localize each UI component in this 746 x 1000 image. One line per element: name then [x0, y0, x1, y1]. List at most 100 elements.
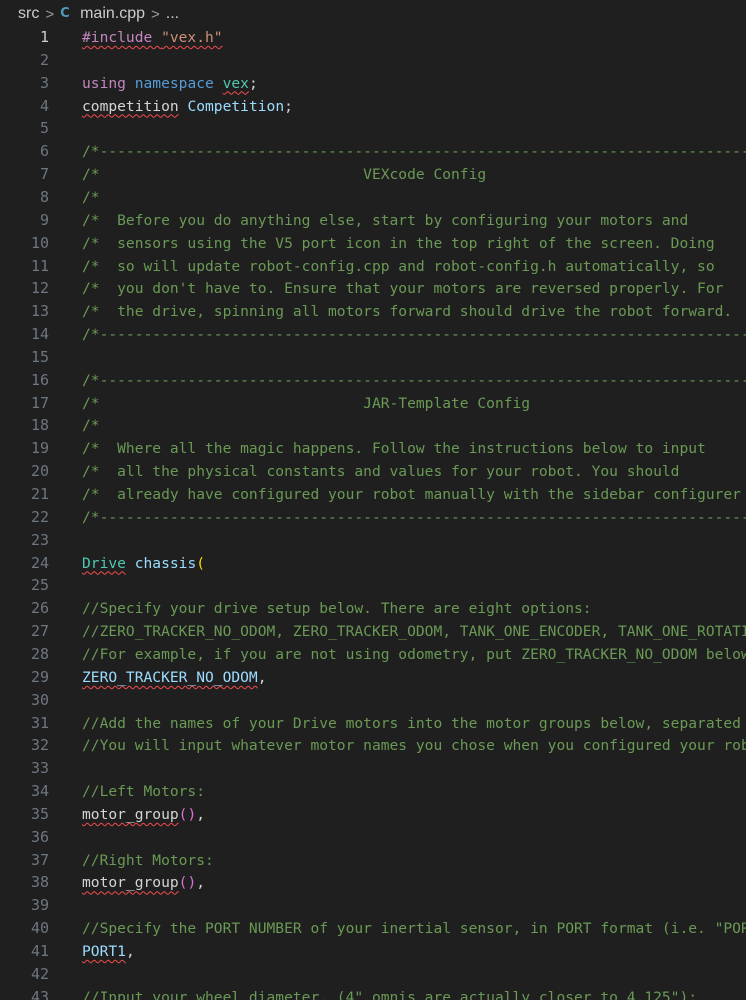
code-text: /* you don't have to. Ensure that your m…: [82, 277, 723, 300]
code-line[interactable]: 6 /*-------------------------------------…: [0, 140, 746, 163]
code-line[interactable]: 11 /* so will update robot-config.cpp and…: [0, 255, 746, 278]
code-line[interactable]: 37 //Right Motors:: [0, 849, 746, 872]
code-line[interactable]: 10 /* sensors using the V5 port icon in t…: [0, 232, 746, 255]
code-line[interactable]: 25: [0, 574, 746, 597]
code-text: /* Before you do anything else, start by…: [82, 209, 688, 232]
code-text: /*--------------------------------------…: [82, 323, 746, 346]
code-line[interactable]: 18 /*: [0, 414, 746, 437]
code-line[interactable]: 33: [0, 757, 746, 780]
code-token: //You will input whatever motor names yo…: [82, 737, 746, 755]
code-line[interactable]: 1 #include "vex.h": [0, 28, 746, 49]
code-line[interactable]: 23: [0, 529, 746, 552]
code-text: /*: [82, 414, 100, 437]
code-token: /*--------------------------------------…: [82, 371, 746, 389]
code-text: /* JAR-Template Config: [82, 392, 530, 415]
code-line[interactable]: 3 using namespace vex;: [0, 72, 746, 95]
line-number: 2: [39, 50, 49, 69]
code-line[interactable]: 8 /*: [0, 186, 746, 209]
code-line[interactable]: 4 competition Competition;: [0, 95, 746, 118]
code-line[interactable]: 41 PORT1,: [0, 940, 746, 963]
code-line[interactable]: 27 //ZERO_TRACKER_NO_ODOM, ZERO_TRACKER_O…: [0, 620, 746, 643]
code-line[interactable]: 36: [0, 826, 746, 849]
code-token: /* the drive, spinning all motors forwar…: [82, 303, 733, 321]
code-token: namespace: [134, 74, 214, 92]
code-line[interactable]: 19 /* Where all the magic happens. Follow…: [0, 437, 746, 460]
code-line[interactable]: 40 //Specify the PORT NUMBER of your iner…: [0, 917, 746, 940]
code-line[interactable]: 42: [0, 963, 746, 986]
code-line[interactable]: 13 /* the drive, spinning all motors forw…: [0, 300, 746, 323]
code-token: competition: [82, 97, 179, 115]
code-text: //For example, if you are not using odom…: [82, 643, 746, 666]
code-line[interactable]: 15: [0, 346, 746, 369]
code-line[interactable]: 24 Drive chassis(: [0, 552, 746, 575]
code-text: //Right Motors:: [82, 849, 214, 872]
code-line[interactable]: 21 /* already have configured your robot …: [0, 483, 746, 506]
code-text: using namespace vex;: [82, 72, 258, 95]
line-number: 37: [30, 850, 49, 869]
line-number: 31: [30, 713, 49, 732]
line-number: 16: [30, 370, 49, 389]
line-number: 30: [30, 690, 49, 709]
code-text: //ZERO_TRACKER_NO_ODOM, ZERO_TRACKER_ODO…: [82, 620, 746, 643]
code-line[interactable]: 39: [0, 894, 746, 917]
code-editor[interactable]: 1 #include "vex.h" 2 3 using namespace vex; 4…: [0, 28, 746, 1000]
code-line[interactable]: 30: [0, 689, 746, 712]
code-text: /*: [82, 186, 100, 209]
code-token: /*: [82, 188, 100, 206]
breadcrumb-folder[interactable]: src: [18, 5, 39, 23]
line-number: 35: [30, 804, 49, 823]
code-line[interactable]: 31 //Add the names of your Drive motors i…: [0, 712, 746, 735]
line-number: 38: [30, 873, 49, 892]
code-text: //Specify your drive setup below. There …: [82, 597, 592, 620]
line-number: 7: [39, 165, 49, 184]
line-number: 10: [30, 233, 49, 252]
code-line[interactable]: 38 motor_group(),: [0, 871, 746, 894]
line-number: 9: [39, 210, 49, 229]
code-line[interactable]: 28 //For example, if you are not using od…: [0, 643, 746, 666]
code-line[interactable]: 26 //Specify your drive setup below. Ther…: [0, 597, 746, 620]
code-line[interactable]: 35 motor_group(),: [0, 803, 746, 826]
code-line[interactable]: 2: [0, 49, 746, 72]
code-line[interactable]: 14 /*------------------------------------…: [0, 323, 746, 346]
code-line[interactable]: 34 //Left Motors:: [0, 780, 746, 803]
code-line[interactable]: 12 /* you don't have to. Ensure that your…: [0, 277, 746, 300]
breadcrumb-symbols[interactable]: ...: [166, 5, 179, 23]
code-token: using: [82, 74, 126, 92]
code-line[interactable]: 20 /* all the physical constants and valu…: [0, 460, 746, 483]
code-line[interactable]: 17 /* JAR-Template Config: [0, 392, 746, 415]
code-line[interactable]: 29 ZERO_TRACKER_NO_ODOM,: [0, 666, 746, 689]
code-line[interactable]: 16 /*------------------------------------…: [0, 369, 746, 392]
line-number: 8: [39, 187, 49, 206]
code-token: /* VEXcode Config: [82, 166, 487, 184]
code-line[interactable]: 7 /* VEXcode Config: [0, 163, 746, 186]
code-line[interactable]: 43 //Input your wheel diameter. (4" omnis…: [0, 986, 746, 1000]
breadcrumb-file[interactable]: main.cpp: [80, 5, 145, 23]
code-line[interactable]: 5: [0, 117, 746, 140]
code-token: ;: [248, 74, 258, 92]
code-token: vex: [222, 74, 249, 92]
line-number: 17: [30, 393, 49, 412]
line-number: 32: [30, 736, 49, 755]
code-text: competition Competition;: [82, 95, 293, 118]
code-token: ,: [196, 874, 206, 892]
line-number: 42: [30, 964, 49, 983]
line-number: 6: [39, 142, 49, 161]
line-number: 41: [30, 942, 49, 960]
code-token: /* so will update robot-config.cpp and r…: [82, 257, 715, 275]
code-text: //Add the names of your Drive motors int…: [82, 712, 741, 735]
code-text: /* the drive, spinning all motors forwar…: [82, 300, 732, 323]
code-line[interactable]: 9 /* Before you do anything else, start b…: [0, 209, 746, 232]
code-line[interactable]: 22 /*------------------------------------…: [0, 506, 746, 529]
line-number: 1: [39, 28, 49, 46]
code-text: /* VEXcode Config: [82, 163, 486, 186]
line-number: 19: [30, 439, 49, 458]
code-token: (): [178, 874, 197, 892]
code-token: chassis: [134, 554, 197, 572]
line-number: 39: [30, 896, 49, 915]
code-line[interactable]: 32 //You will input whatever motor names …: [0, 734, 746, 757]
line-number: 21: [30, 485, 49, 503]
line-number: 14: [30, 325, 49, 344]
line-number: 13: [30, 302, 49, 321]
